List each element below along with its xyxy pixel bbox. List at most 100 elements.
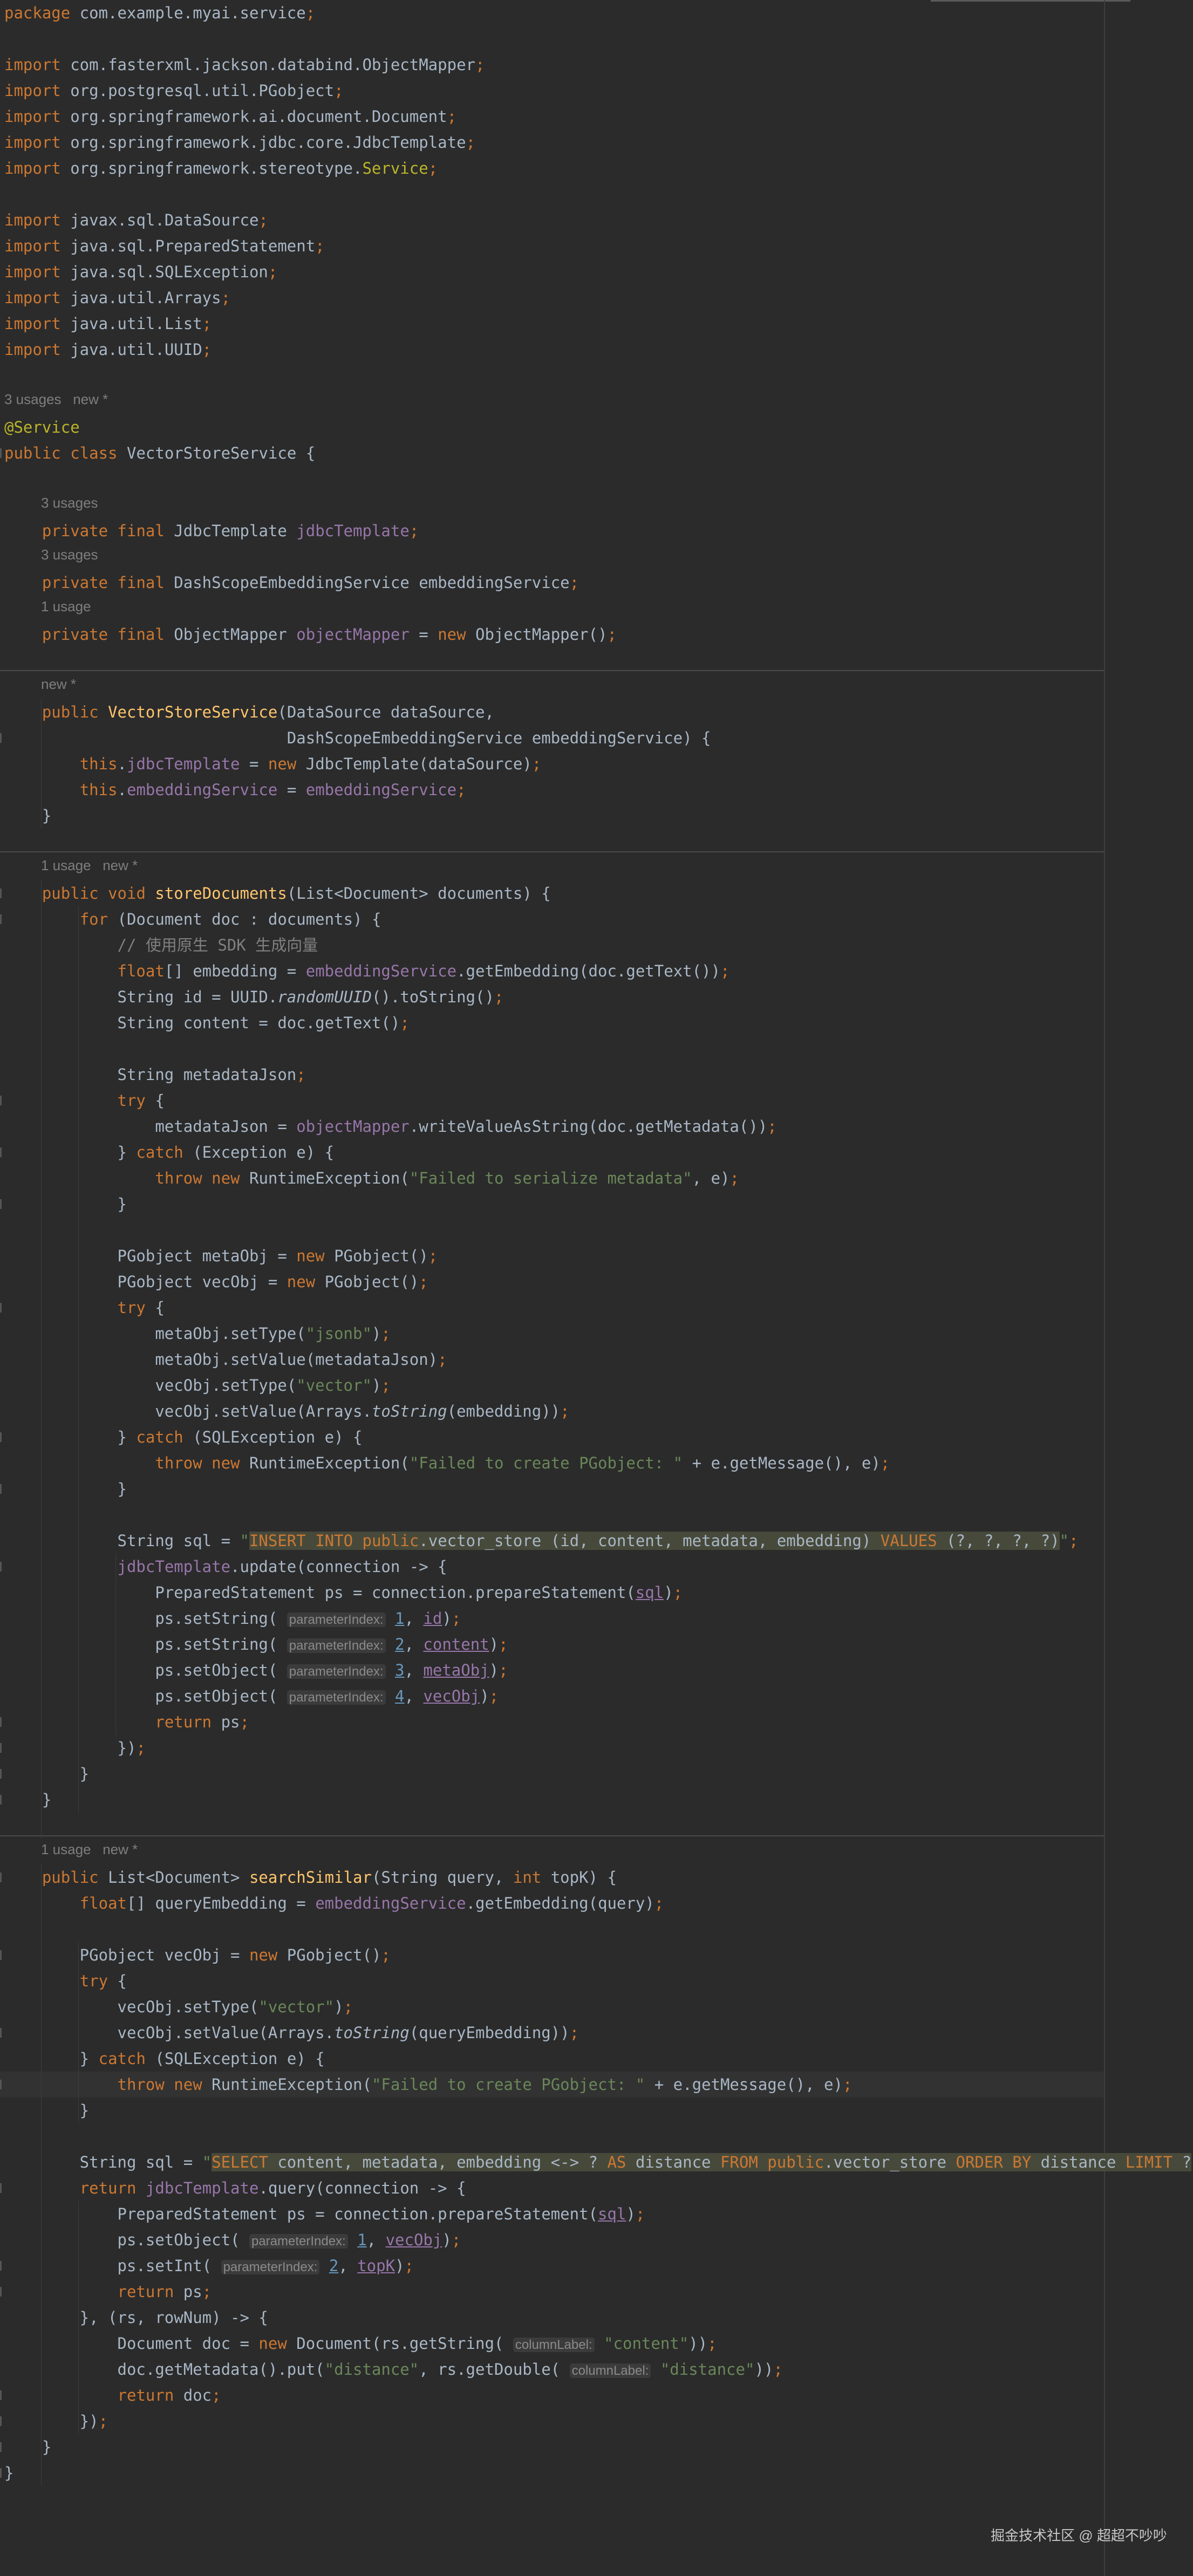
code-line[interactable]: Document doc = new Document(rs.getString…: [4, 2331, 717, 2356]
code-line[interactable]: try {: [4, 1088, 165, 1113]
fold-marker-icon[interactable]: [0, 1096, 2, 1105]
code-line[interactable]: import org.springframework.ai.document.D…: [4, 104, 456, 129]
code-line[interactable]: public VectorStoreService(DataSource dat…: [4, 699, 494, 725]
code-line[interactable]: } catch (SQLException e) {: [4, 2046, 325, 2072]
fold-marker-icon[interactable]: [0, 1743, 2, 1753]
code-line[interactable]: doc.getMetadata().put("distance", rs.get…: [4, 2356, 783, 2382]
scrollbar-thumb[interactable]: [931, 0, 1130, 2]
code-line[interactable]: ps.setString( parameterIndex: 1, id);: [4, 1605, 461, 1631]
fold-marker-icon[interactable]: [0, 1873, 2, 1882]
code-line[interactable]: }: [4, 2097, 89, 2123]
code-line[interactable]: String metadataJson;: [4, 1062, 306, 1088]
code-line[interactable]: ps.setObject( parameterIndex: 4, vecObj)…: [4, 1683, 499, 1709]
usage-hint[interactable]: 3 usages: [41, 492, 98, 514]
code-line[interactable]: PGobject vecObj = new PGobject();: [4, 1269, 428, 1295]
code-line[interactable]: // 使用原生 SDK 生成向量: [4, 932, 318, 958]
code-line[interactable]: vecObj.setValue(Arrays.toString(embeddin…: [4, 1398, 569, 1424]
code-line[interactable]: metaObj.setValue(metadataJson);: [4, 1347, 447, 1372]
code-line[interactable]: }: [4, 1191, 127, 1217]
code-line[interactable]: vecObj.setType("vector");: [4, 1994, 353, 2020]
code-line[interactable]: throw new RuntimeException("Failed to se…: [4, 1165, 739, 1191]
code-line[interactable]: import org.postgresql.util.PGobject;: [4, 78, 344, 104]
code-line[interactable]: }: [4, 1787, 51, 1813]
code-line[interactable]: metaObj.setType("jsonb");: [4, 1321, 391, 1347]
code-line[interactable]: try {: [4, 1295, 165, 1321]
fold-marker-icon[interactable]: [0, 889, 2, 898]
code-line[interactable]: PGobject vecObj = new PGobject();: [4, 1942, 391, 1968]
code-line[interactable]: throw new RuntimeException("Failed to cr…: [4, 1450, 890, 1476]
fold-marker-icon[interactable]: [0, 1795, 2, 1805]
code-line[interactable]: }: [4, 2434, 51, 2460]
code-line[interactable]: }: [4, 1476, 127, 1502]
fold-marker-icon[interactable]: [0, 1950, 2, 1960]
fold-marker-icon[interactable]: [0, 914, 2, 924]
fold-marker-icon[interactable]: [0, 2287, 2, 2297]
fold-marker-icon[interactable]: [0, 2183, 2, 2193]
code-line[interactable]: });: [4, 1735, 146, 1761]
fold-marker-icon[interactable]: [0, 448, 2, 458]
code-line[interactable]: }: [4, 1761, 89, 1787]
fold-marker-icon[interactable]: [0, 2261, 2, 2271]
fold-marker-icon[interactable]: [0, 2468, 2, 2478]
code-line[interactable]: }: [4, 2460, 13, 2486]
code-line[interactable]: });: [4, 2408, 108, 2434]
fold-marker-icon[interactable]: [0, 1717, 2, 1727]
code-line[interactable]: PGobject metaObj = new PGobject();: [4, 1243, 438, 1269]
fold-marker-icon[interactable]: [0, 2416, 2, 2426]
usage-hint[interactable]: new *: [41, 673, 76, 695]
code-line[interactable]: PreparedStatement ps = connection.prepar…: [4, 2201, 645, 2227]
code-line[interactable]: import java.sql.PreparedStatement;: [4, 233, 325, 259]
code-line[interactable]: jdbcTemplate.update(connection -> {: [4, 1554, 447, 1580]
code-line[interactable]: return ps;: [4, 2279, 212, 2305]
usage-hint[interactable]: 1 usage new *: [41, 1839, 138, 1860]
code-editor[interactable]: package com.example.myai.service; import …: [0, 0, 1193, 2576]
fold-marker-icon[interactable]: [0, 1147, 2, 1157]
code-line[interactable]: return jdbcTemplate.query(connection -> …: [4, 2175, 466, 2201]
usage-hint[interactable]: 1 usage: [41, 596, 91, 617]
code-line[interactable]: vecObj.setValue(Arrays.toString(queryEmb…: [4, 2020, 580, 2046]
fold-marker-icon[interactable]: [0, 733, 2, 743]
code-line[interactable]: String content = doc.getText();: [4, 1010, 410, 1036]
code-line[interactable]: package com.example.myai.service;: [4, 0, 315, 26]
code-line[interactable]: try {: [4, 1968, 127, 1994]
code-line[interactable]: import java.sql.SQLException;: [4, 259, 277, 285]
code-line[interactable]: }: [4, 803, 51, 829]
code-line[interactable]: }, (rs, rowNum) -> {: [4, 2305, 268, 2331]
usage-hint[interactable]: 1 usage new *: [41, 855, 138, 876]
code-line[interactable]: PreparedStatement ps = connection.prepar…: [4, 1580, 683, 1605]
code-line[interactable]: String id = UUID.randomUUID().toString()…: [4, 984, 504, 1010]
fold-marker-icon[interactable]: [0, 1199, 2, 1209]
code-line[interactable]: String sql = "SELECT content, metadata, …: [4, 2149, 1193, 2175]
fold-marker-icon[interactable]: [0, 2442, 2, 2452]
code-line[interactable]: this.jdbcTemplate = new JdbcTemplate(dat…: [4, 751, 542, 777]
fold-marker-icon[interactable]: [0, 2390, 2, 2400]
code-line[interactable]: import java.util.Arrays;: [4, 285, 230, 311]
code-line[interactable]: private final ObjectMapper objectMapper …: [4, 621, 617, 647]
code-line[interactable]: ps.setObject( parameterIndex: 3, metaObj…: [4, 1657, 508, 1683]
code-line[interactable]: String sql = "INSERT INTO public.vector_…: [4, 1528, 1078, 1554]
code-line[interactable]: import org.springframework.jdbc.core.Jdb…: [4, 129, 475, 155]
usage-hint[interactable]: 3 usages: [41, 544, 98, 565]
code-line[interactable]: import org.springframework.stereotype.Se…: [4, 155, 438, 181]
fold-marker-icon[interactable]: [0, 1769, 2, 1779]
code-line[interactable]: return doc;: [4, 2382, 221, 2408]
code-line[interactable]: return ps;: [4, 1709, 249, 1735]
code-line[interactable]: this.embeddingService = embeddingService…: [4, 777, 466, 803]
code-line[interactable]: ps.setString( parameterIndex: 2, content…: [4, 1631, 508, 1657]
code-line[interactable]: import com.fasterxml.jackson.databind.Ob…: [4, 52, 485, 78]
fold-marker-icon[interactable]: [0, 2080, 2, 2089]
code-line[interactable]: DashScopeEmbeddingService embeddingServi…: [4, 725, 711, 751]
fold-marker-icon[interactable]: [0, 1432, 2, 1442]
fold-marker-icon[interactable]: [0, 1303, 2, 1313]
code-line[interactable]: import java.util.List;: [4, 311, 212, 337]
code-line[interactable]: public List<Document> searchSimilar(Stri…: [4, 1864, 617, 1890]
code-line[interactable]: public void storeDocuments(List<Document…: [4, 880, 551, 906]
code-line[interactable]: private final JdbcTemplate jdbcTemplate;: [4, 518, 419, 544]
code-line[interactable]: ps.setObject( parameterIndex: 1, vecObj)…: [4, 2227, 461, 2253]
code-line[interactable]: @Service: [4, 414, 80, 440]
code-line[interactable]: metadataJson = objectMapper.writeValueAs…: [4, 1113, 776, 1139]
code-line[interactable]: private final DashScopeEmbeddingService …: [4, 570, 579, 596]
code-line[interactable]: } catch (Exception e) {: [4, 1139, 335, 1165]
code-line[interactable]: } catch (SQLException e) {: [4, 1424, 363, 1450]
fold-marker-icon[interactable]: [0, 1562, 2, 1571]
